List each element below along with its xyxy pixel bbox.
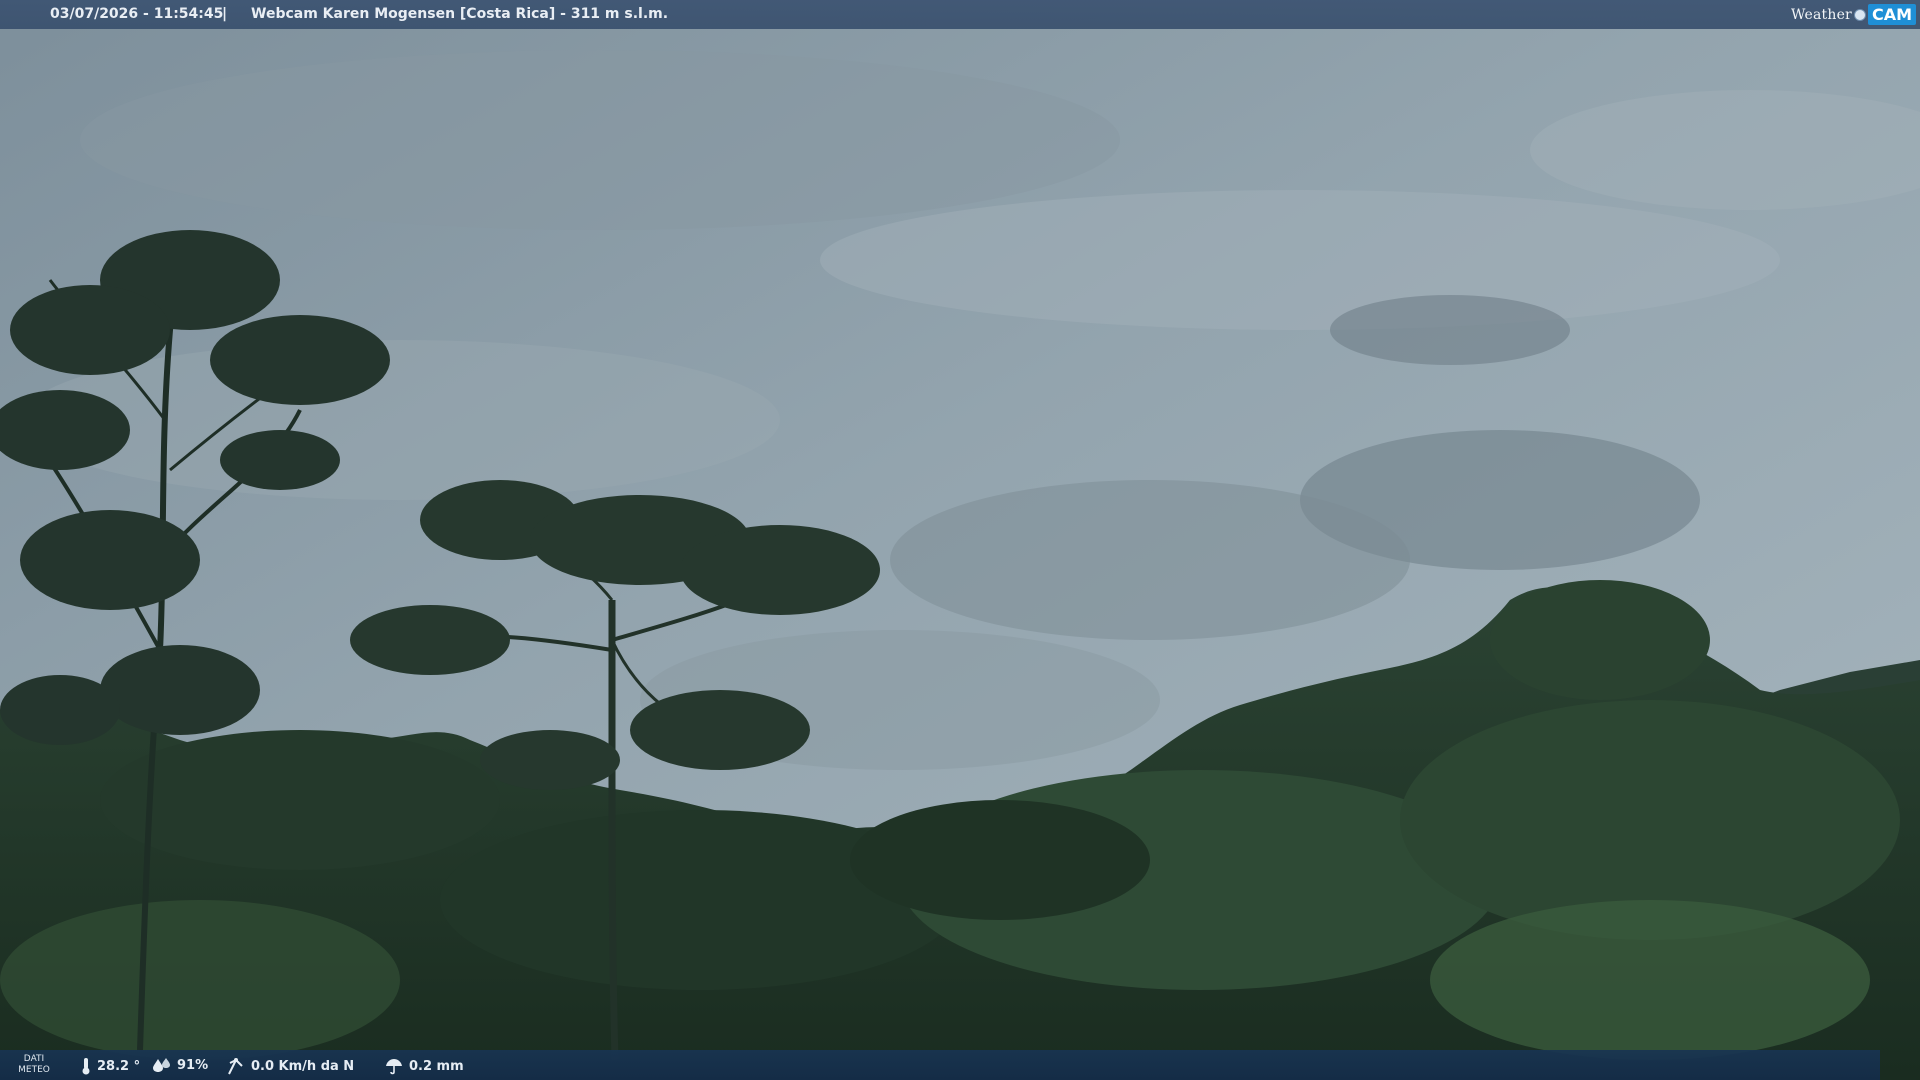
weather-data-bar: DATI METEO 28.2 ° 91% 0.0 Km/h da N 0.2 …: [0, 1050, 1880, 1080]
wind-icon: [228, 1058, 243, 1075]
webcam-title: Webcam Karen Mogensen [Costa Rica] - 311…: [251, 6, 669, 22]
wind-value: 0.0 Km/h da N: [251, 1058, 355, 1074]
rain-value: 0.2 mm: [409, 1058, 464, 1074]
thermometer-icon: [82, 1058, 90, 1075]
webcam-image: [0, 0, 1920, 1080]
meteo-label: DATI METEO: [16, 1054, 52, 1076]
temperature-value: 28.2 °: [97, 1058, 141, 1074]
weathercam-logo[interactable]: Weather CAM: [1791, 3, 1916, 26]
humidity-value: 91%: [177, 1057, 209, 1073]
temperature-reading: 28.2 °: [80, 1057, 140, 1075]
logo-cam: CAM: [1867, 4, 1916, 25]
wind-reading: 0.0 Km/h da N: [226, 1057, 354, 1075]
humidity-reading: 91%: [152, 1057, 208, 1073]
meteo-label-line1: DATI: [23, 1054, 45, 1064]
logo-dot-icon: [1853, 8, 1866, 21]
header-bar: 03/07/2026 - 11:54:45 | Webcam Karen Mog…: [0, 0, 1920, 29]
header-separator: |: [222, 6, 228, 22]
rain-umbrella-icon: [386, 1059, 402, 1075]
humidity-drops-icon: [153, 1058, 170, 1072]
timestamp: 03/07/2026 - 11:54:45: [50, 6, 224, 22]
meteo-label-line2: METEO: [18, 1065, 50, 1075]
logo-word: Weather: [1791, 6, 1852, 23]
rain-reading: 0.2 mm: [384, 1057, 464, 1075]
